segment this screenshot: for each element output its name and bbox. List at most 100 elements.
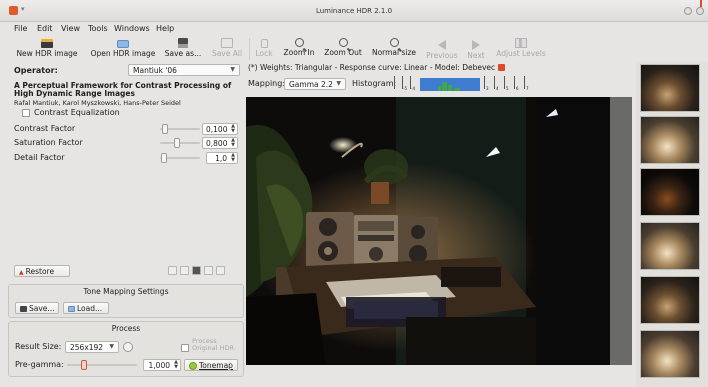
histogram-tick <box>514 76 515 89</box>
menu-view[interactable]: View <box>61 24 80 33</box>
contrast-factor-slider[interactable] <box>160 124 200 134</box>
settings-save-button[interactable]: Save... <box>15 302 59 314</box>
histogram-widget[interactable]: -5 -4 3 4 5 6 7 <box>392 75 538 94</box>
process-title: Process <box>111 324 141 333</box>
saturation-factor-slider[interactable] <box>160 138 200 148</box>
contrast-factor-row: Contrast Factor 0,100 ▲ ▼ <box>0 123 246 135</box>
tonemap-button[interactable]: Tonemap <box>184 359 238 371</box>
preset-refresh-icon[interactable] <box>216 266 225 275</box>
detail-factor-label: Detail Factor <box>14 153 65 162</box>
restore-arrow-icon: ▲ <box>19 269 24 276</box>
tone-mapping-settings-group: Tone Mapping Settings Save... Load... <box>8 284 244 318</box>
settings-load-button[interactable]: Load... <box>63 302 109 314</box>
preset-open-icon[interactable] <box>180 266 189 275</box>
exposure-thumbnail[interactable] <box>640 222 700 270</box>
adjust-levels-button[interactable]: Adjust Levels <box>494 36 548 62</box>
zoom-out-button[interactable]: Zoom Out <box>322 36 364 62</box>
refresh-size-icon[interactable] <box>123 342 133 352</box>
next-button[interactable]: Next <box>464 36 488 62</box>
contrast-equalization-label: Contrast Equalization <box>34 108 120 117</box>
lock-button[interactable]: Lock <box>252 36 276 62</box>
operator-label: Operator: <box>14 66 58 75</box>
lock-icon <box>260 39 268 48</box>
operator-paper-title: A Perceptual Framework for Contrast Proc… <box>14 81 232 98</box>
pregamma-slider[interactable] <box>67 360 137 370</box>
exposure-thumbnail[interactable] <box>640 168 700 216</box>
slider-handle[interactable] <box>160 153 167 163</box>
histogram-tick-label: -4 <box>411 86 415 91</box>
preset-delete-icon[interactable] <box>204 266 213 275</box>
levels-icon <box>515 38 527 48</box>
mapping-label: Mapping: <box>248 79 286 88</box>
histogram-label: Histogram: <box>352 79 397 88</box>
save-all-button[interactable]: Save All <box>208 36 246 62</box>
spin-arrows-icon[interactable]: ▲ ▼ <box>174 360 178 370</box>
menu-tools[interactable]: Tools <box>88 24 108 33</box>
contrast-equalization-checkbox[interactable] <box>22 109 30 117</box>
slider-handle[interactable] <box>161 124 168 134</box>
histogram-bar <box>438 86 441 91</box>
slider-handle[interactable] <box>173 138 180 148</box>
histogram-tick <box>504 76 505 89</box>
image-viewer[interactable] <box>246 97 632 365</box>
menu-edit[interactable]: Edit <box>37 24 53 33</box>
new-hdr-icon <box>41 39 53 48</box>
detail-factor-spinbox[interactable]: 1,0 ▲ ▼ <box>206 152 238 164</box>
menu-bar: File Edit View Tools Windows Help <box>0 22 708 36</box>
preset-new-icon[interactable] <box>168 266 177 275</box>
preset-save-icon[interactable] <box>192 266 201 275</box>
histogram-tick-label: 6 <box>516 86 519 91</box>
hdr-info-bar: (*) Weights: Triangular - Response curve… <box>246 62 632 74</box>
open-hdr-button[interactable]: Open HDR image <box>88 36 158 62</box>
normal-size-button[interactable]: Normal size <box>368 36 420 62</box>
previous-arrow-icon <box>438 40 446 50</box>
detail-factor-slider[interactable] <box>160 153 200 163</box>
minimize-button[interactable] <box>684 7 692 15</box>
process-original-label: Process Original HDR <box>192 337 234 352</box>
spin-arrows-icon[interactable]: ▲ ▼ <box>231 153 235 163</box>
menu-help[interactable]: Help <box>156 24 174 33</box>
pregamma-spinbox[interactable]: 1,000 ▲ ▼ <box>143 359 181 371</box>
save-icon <box>178 38 188 48</box>
mapping-bar: Mapping: Gamma 2.2 ▼ Histogram: -5 -4 3 … <box>246 75 632 95</box>
zoom-in-button[interactable]: Zoom In <box>280 36 318 62</box>
menu-windows[interactable]: Windows <box>114 24 150 33</box>
spin-arrows-icon[interactable]: ▲ ▼ <box>231 124 235 134</box>
menu-file[interactable]: File <box>14 24 27 33</box>
zoom-in-icon <box>294 38 304 47</box>
histogram-tick-label: 7 <box>526 86 529 91</box>
close-button[interactable] <box>696 7 704 15</box>
hdr-photo <box>246 97 610 365</box>
restore-button[interactable]: ▲ Restore <box>14 265 70 277</box>
detail-factor-row: Detail Factor 1,0 ▲ ▼ <box>0 152 246 164</box>
saturation-factor-label: Saturation Factor <box>14 138 83 147</box>
contrast-factor-label: Contrast Factor <box>14 124 76 133</box>
exposure-thumbnail[interactable] <box>640 64 700 112</box>
corner-indicator <box>700 0 702 7</box>
exposure-thumbnail-strip <box>636 62 708 387</box>
process-original-checkbox[interactable] <box>181 344 189 352</box>
window-title: Luminance HDR 2.1.0 <box>315 7 393 15</box>
exposure-thumbnail[interactable] <box>640 116 700 164</box>
histogram-tick-label: 5 <box>506 86 509 91</box>
mapping-select[interactable]: Gamma 2.2 ▼ <box>284 78 346 90</box>
operator-select[interactable]: Mantiuk '06 ▼ <box>128 64 240 76</box>
previous-button[interactable]: Previous <box>424 36 460 62</box>
tonemap-icon <box>189 362 197 370</box>
spin-arrows-icon[interactable]: ▲ ▼ <box>231 138 235 148</box>
toolbar-separator <box>249 38 250 60</box>
save-as-button[interactable]: Save as... <box>162 36 204 62</box>
new-hdr-button[interactable]: New HDR image <box>14 36 80 62</box>
main-toolbar: New HDR image Open HDR image Save as... … <box>0 36 708 62</box>
histogram-tick <box>394 76 395 89</box>
close-info-icon[interactable] <box>498 64 506 71</box>
histogram-tick-label: 4 <box>496 86 499 91</box>
result-size-select[interactable]: 256x192 ▼ <box>65 341 119 353</box>
saturation-factor-spinbox[interactable]: 0,800 ▲ ▼ <box>202 137 238 149</box>
slider-handle[interactable] <box>81 360 88 370</box>
histogram-tick-label: -5 <box>403 86 407 91</box>
histogram-bar <box>454 88 460 91</box>
exposure-thumbnail[interactable] <box>640 330 700 378</box>
exposure-thumbnail[interactable] <box>640 276 700 324</box>
contrast-factor-spinbox[interactable]: 0,100 ▲ ▼ <box>202 123 238 135</box>
